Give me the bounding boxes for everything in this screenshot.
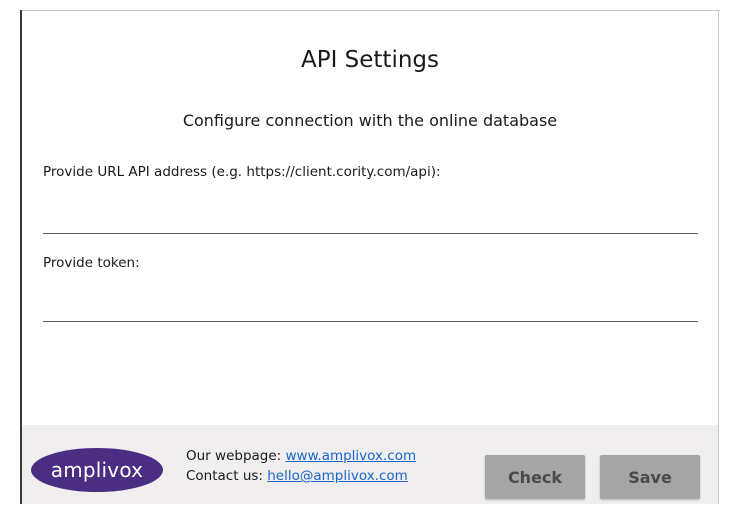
save-button[interactable]: Save (600, 455, 700, 499)
contact-info: Our webpage: www.amplivox.com Contact us… (186, 446, 416, 486)
dialog-subtitle: Configure connection with the online dat… (182, 111, 558, 130)
webpage-link[interactable]: www.amplivox.com (286, 448, 417, 464)
contact-email-link[interactable]: hello@amplivox.com (267, 468, 408, 484)
webpage-label: Our webpage: (186, 448, 282, 464)
token-input[interactable] (43, 295, 698, 322)
api-settings-dialog: API Settings Configure connection with t… (22, 11, 718, 504)
logo-text: amplivox (50, 458, 144, 482)
url-field-label: Provide URL API address (e.g. https://cl… (43, 164, 441, 180)
window-frame-right (718, 10, 719, 504)
dialog-footer: amplivox Our webpage: www.amplivox.com C… (22, 425, 718, 504)
dialog-title: API Settings (300, 47, 440, 73)
url-api-input[interactable] (43, 207, 698, 234)
screen: API Settings Configure connection with t… (0, 0, 741, 514)
contact-line: Contact us: hello@amplivox.com (186, 466, 416, 486)
check-button[interactable]: Check (485, 455, 585, 499)
amplivox-logo: amplivox (31, 448, 163, 492)
contact-label: Contact us: (186, 468, 263, 484)
token-field-label: Provide token: (43, 255, 140, 271)
webpage-line: Our webpage: www.amplivox.com (186, 446, 416, 466)
